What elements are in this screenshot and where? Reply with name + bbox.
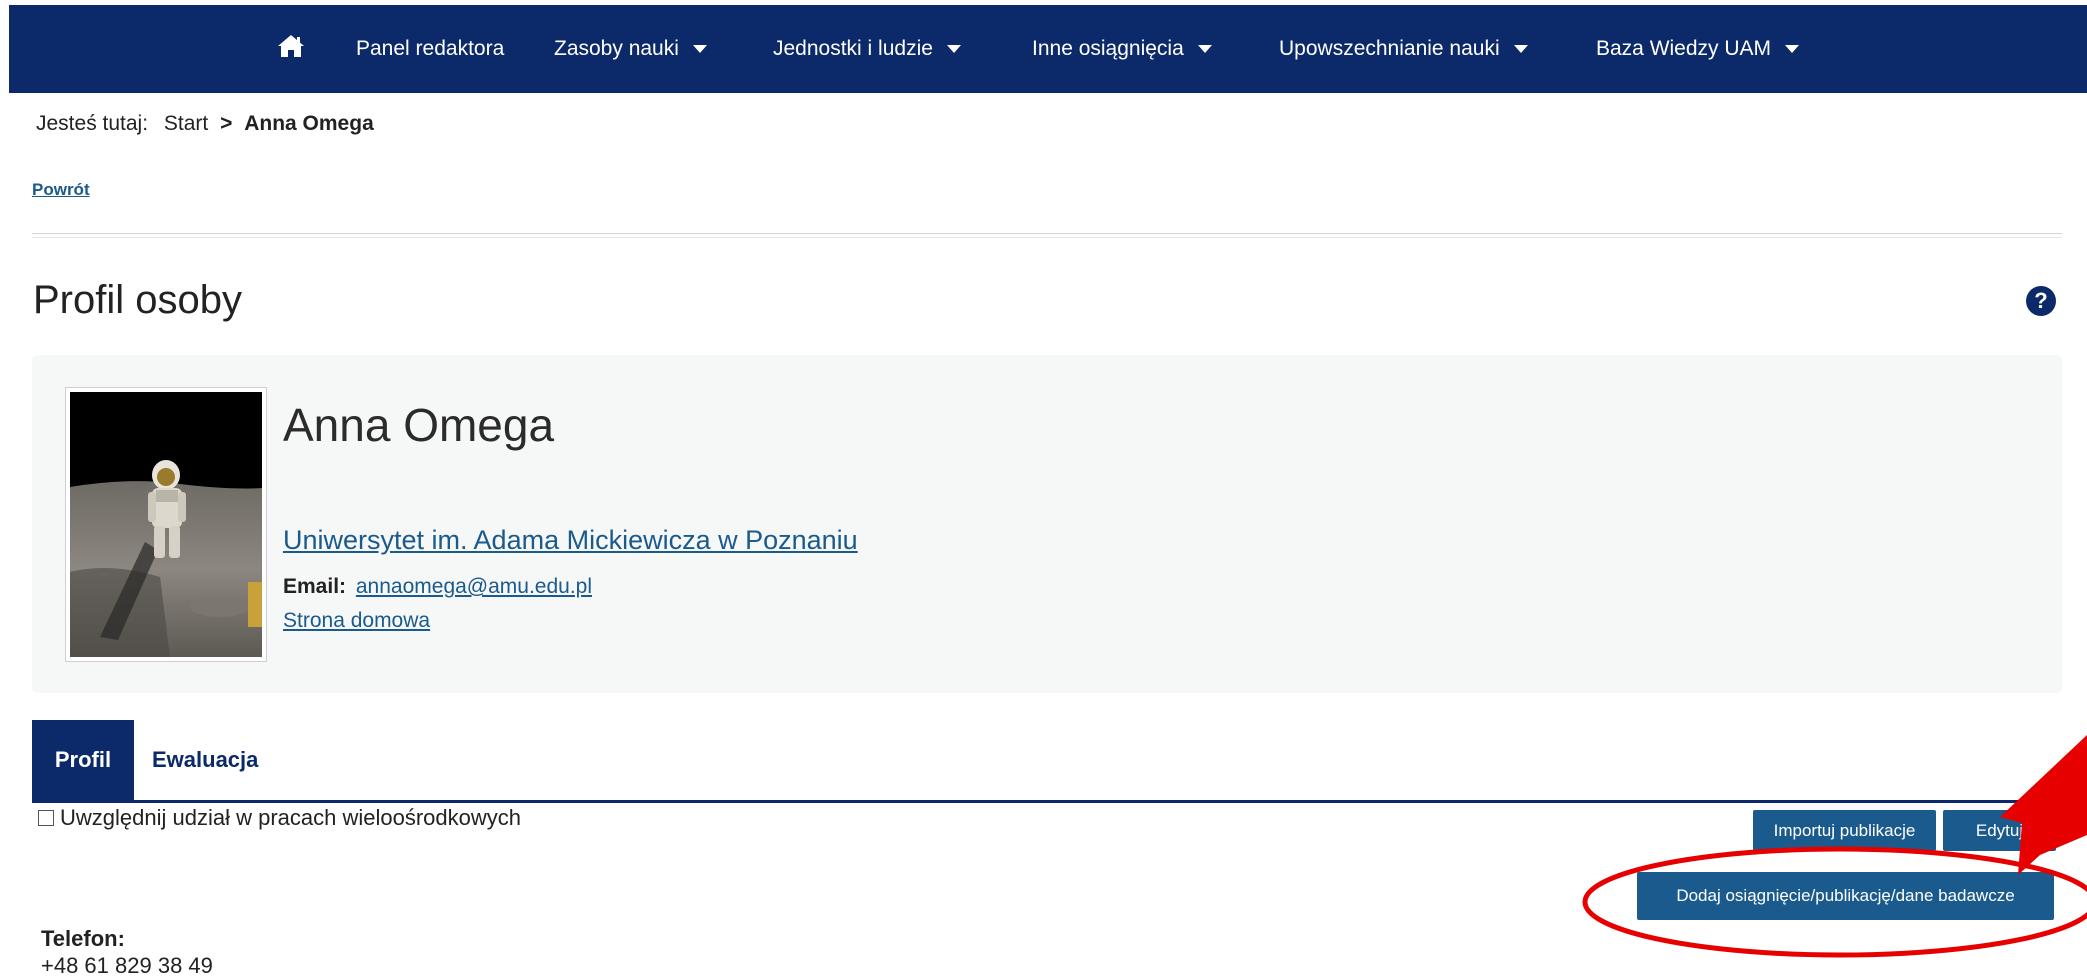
email-row: Email: annaomega@amu.edu.pl xyxy=(283,575,592,599)
page-title: Profil osoby xyxy=(33,278,242,322)
top-navigation: Panel redaktora Zasoby nauki Jednostki i… xyxy=(9,5,2087,93)
breadcrumb: Jesteś tutaj: Start > Anna Omega xyxy=(36,112,374,136)
tab-underline xyxy=(32,800,2087,803)
back-link[interactable]: Powrót xyxy=(32,180,90,200)
multicenter-option: Uwzględnij udział w pracach wieloośrodko… xyxy=(38,805,521,831)
profile-photo xyxy=(65,387,267,662)
astronaut-photo-image xyxy=(70,392,262,657)
email-link[interactable]: annaomega@amu.edu.pl xyxy=(356,575,592,598)
multicenter-checkbox[interactable] xyxy=(38,810,54,826)
caret-down-icon xyxy=(1197,45,1212,53)
email-label: Email: xyxy=(283,575,347,598)
nav-label: Inne osiągnięcia xyxy=(1032,37,1184,60)
home-icon[interactable] xyxy=(276,33,306,59)
affiliation-link[interactable]: Uniwersytet im. Adama Mickiewicza w Pozn… xyxy=(283,525,858,556)
breadcrumb-current: Anna Omega xyxy=(244,112,374,135)
phone-value: +48 61 829 38 49 xyxy=(41,953,213,978)
nav-label: Panel redaktora xyxy=(356,37,505,60)
nav-zasoby-nauki[interactable]: Zasoby nauki xyxy=(554,5,707,93)
nav-upowszechnianie-nauki[interactable]: Upowszechnianie nauki xyxy=(1279,5,1528,93)
caret-down-icon xyxy=(1513,45,1528,53)
homepage-link[interactable]: Strona domowa xyxy=(283,609,430,633)
tab-profil[interactable]: Profil xyxy=(32,720,134,800)
nav-label: Zasoby nauki xyxy=(554,37,679,60)
nav-panel-redaktora[interactable]: Panel redaktora xyxy=(356,5,504,93)
nav-label: Upowszechnianie nauki xyxy=(1279,37,1500,60)
breadcrumb-prefix: Jesteś tutaj: xyxy=(36,112,149,135)
divider xyxy=(32,233,2062,238)
chevron-right-icon: > xyxy=(220,112,233,135)
tab-ewaluacja[interactable]: Ewaluacja xyxy=(152,720,258,800)
nav-label: Jednostki i ludzie xyxy=(773,37,933,60)
nav-jednostki-i-ludzie[interactable]: Jednostki i ludzie xyxy=(773,5,961,93)
caret-down-icon xyxy=(1785,45,1800,53)
nav-baza-wiedzy-uam[interactable]: Baza Wiedzy UAM xyxy=(1596,5,1800,93)
phone-label: Telefon: xyxy=(41,926,125,951)
caret-down-icon xyxy=(692,45,707,53)
annotation-arrow-icon xyxy=(2000,735,2087,875)
nav-label: Baza Wiedzy UAM xyxy=(1596,37,1772,60)
nav-inne-osiagniecia[interactable]: Inne osiągnięcia xyxy=(1032,5,1212,93)
breadcrumb-start-link[interactable]: Start xyxy=(164,112,208,135)
question-circle-icon[interactable]: ? xyxy=(2026,286,2056,316)
multicenter-checkbox-label[interactable]: Uwzględnij udział w pracach wieloośrodko… xyxy=(60,805,521,831)
person-name: Anna Omega xyxy=(283,399,555,451)
caret-down-icon xyxy=(946,45,961,53)
